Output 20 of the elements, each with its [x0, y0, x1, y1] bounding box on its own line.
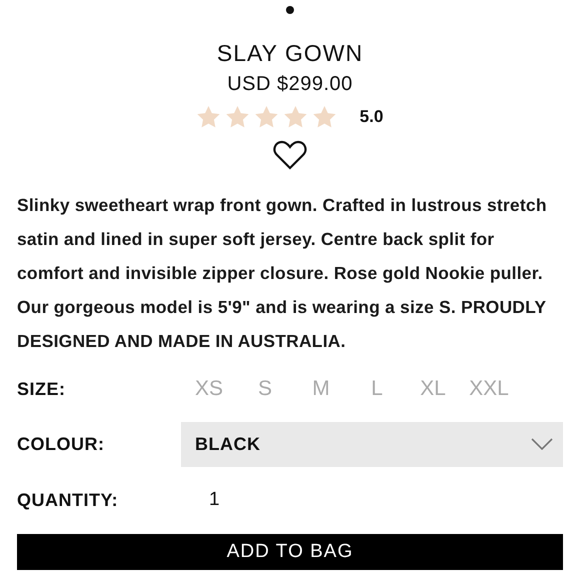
- colour-label: COLOUR:: [17, 434, 106, 454]
- size-option[interactable]: XXL: [461, 377, 517, 401]
- quantity-value[interactable]: 1: [209, 489, 220, 511]
- wishlist-button[interactable]: [273, 140, 307, 170]
- quantity-label: QUANTITY:: [17, 490, 120, 510]
- rating-value: 5.0: [360, 107, 384, 127]
- size-label: SIZE:: [17, 378, 67, 400]
- size-option[interactable]: M: [293, 377, 349, 401]
- product-title: SLAY GOWN: [216, 40, 364, 67]
- chevron-down-icon: [531, 438, 553, 450]
- colour-select[interactable]: BLACK: [181, 422, 563, 466]
- size-option[interactable]: XS: [181, 377, 237, 401]
- size-option[interactable]: XL: [405, 377, 461, 401]
- carousel-dot[interactable]: [286, 6, 294, 14]
- size-option[interactable]: S: [237, 377, 293, 401]
- product-description: Slinky sweetheart wrap front gown. Crafted in lustrous stretch satin and lined in super soft jersey. Centre back split for comfort and invisible zipper closure. Rose gold Nookie puller. Our gorgeous model is 5'9" and is wearing a size S. PROUDLY DESIGNED AND MADE IN AUSTRALIA.: [17, 194, 548, 353]
- size-option[interactable]: L: [349, 377, 405, 401]
- heart-icon: [273, 140, 307, 170]
- add-to-bag-button[interactable]: ADD TO BAG: [17, 534, 563, 570]
- product-price: USD $299.00: [227, 73, 353, 96]
